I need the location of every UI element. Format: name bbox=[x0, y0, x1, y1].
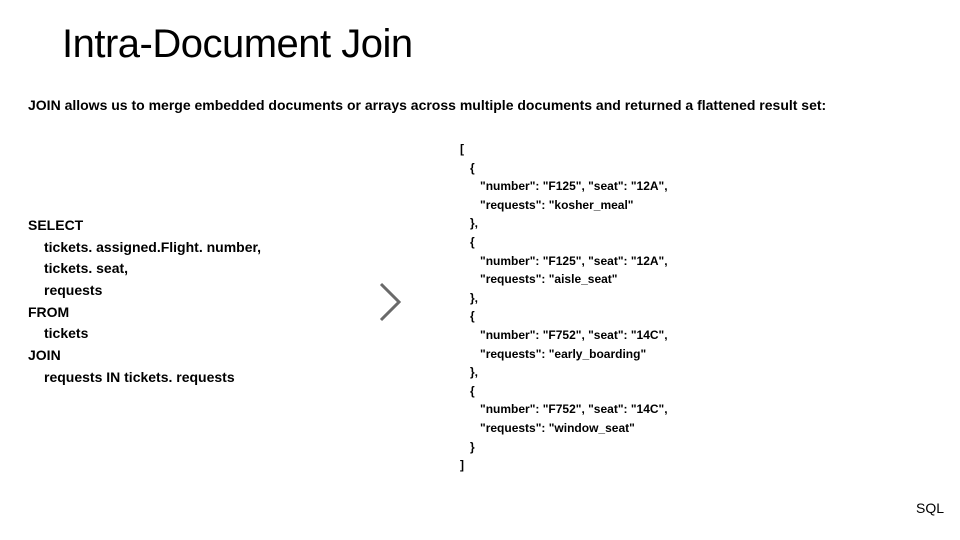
sql-from: FROM bbox=[28, 304, 69, 320]
sql-line: requests bbox=[28, 280, 261, 302]
chevron-right-icon bbox=[377, 280, 405, 324]
intro-text: JOIN allows us to merge embedded documen… bbox=[28, 96, 928, 115]
sql-label: SQL bbox=[916, 500, 944, 516]
json-output: [ { "number": "F125", "seat": "12A", "re… bbox=[460, 140, 668, 475]
sql-select: SELECT bbox=[28, 217, 83, 233]
sql-line: tickets. assigned.Flight. number, bbox=[28, 237, 261, 259]
sql-line: tickets bbox=[28, 323, 261, 345]
slide-title: Intra-Document Join bbox=[62, 22, 413, 67]
sql-query: SELECT tickets. assigned.Flight. number,… bbox=[28, 215, 261, 389]
sql-line: tickets. seat, bbox=[28, 258, 261, 280]
sql-line: requests IN tickets. requests bbox=[28, 367, 261, 389]
sql-join: JOIN bbox=[28, 347, 61, 363]
